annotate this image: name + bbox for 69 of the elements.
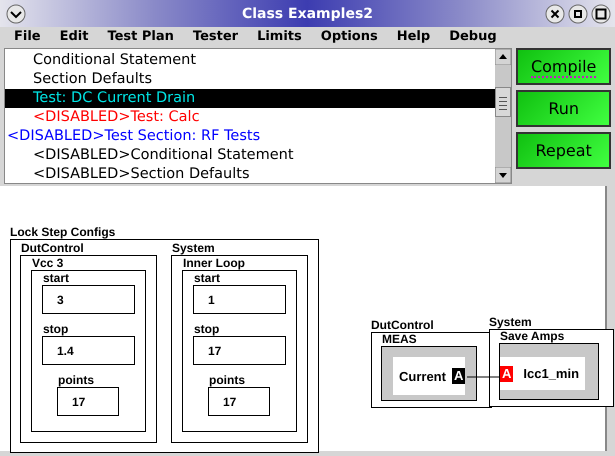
- action-button[interactable]: Run: [516, 90, 611, 127]
- scroll-up-icon[interactable]: [495, 49, 512, 65]
- block-box[interactable]: Current A: [381, 346, 478, 401]
- scrollbar[interactable]: [495, 49, 512, 183]
- menu-item[interactable]: Tester: [186, 29, 252, 44]
- block-value: Current: [398, 368, 447, 384]
- group-title: Lock Step Configs: [10, 226, 116, 239]
- menu-item[interactable]: Debug: [443, 29, 510, 44]
- group-title: DutControl: [371, 319, 435, 332]
- close-icon[interactable]: [545, 4, 565, 24]
- menu-item[interactable]: Edit: [54, 29, 102, 44]
- list-row[interactable]: Test: DC Current Drain: [5, 89, 496, 108]
- param-value[interactable]: 3: [42, 285, 135, 314]
- scroll-down-icon[interactable]: [495, 167, 512, 183]
- window-title: Class Examples2: [242, 6, 374, 22]
- action-button[interactable]: Compile: [516, 48, 611, 85]
- connector-line: [467, 375, 499, 379]
- group-box[interactable]: Vcc 3 start 3 stop 1.4 points 17: [20, 255, 157, 443]
- menu-item[interactable]: File: [8, 29, 54, 44]
- loop-title: Vcc 3: [32, 257, 64, 270]
- row-text: <DISABLED>Test: Calc: [33, 109, 200, 125]
- menu-item[interactable]: Test Plan: [101, 29, 187, 44]
- group-title: System: [172, 242, 216, 255]
- block-value: Icc1_min: [522, 366, 580, 381]
- window-menu-icon[interactable]: [6, 4, 26, 24]
- list-row[interactable]: <DISABLED>Conditional Statement: [5, 146, 496, 165]
- block-title: MEAS: [382, 333, 418, 346]
- param-label: points: [209, 374, 246, 387]
- list-row[interactable]: <DISABLED>Test: Calc: [5, 108, 496, 127]
- list-row[interactable]: Section Defaults: [5, 70, 496, 89]
- group-box[interactable]: Inner Loop start 1 stop 17 points 17: [171, 255, 308, 443]
- param-label: stop: [43, 323, 70, 336]
- row-text: <DISABLED>Conditional Statement: [33, 147, 294, 163]
- output-port[interactable]: A: [452, 368, 466, 384]
- maximize-icon[interactable]: [591, 4, 611, 24]
- group-title: System: [489, 316, 533, 329]
- list-row[interactable]: Conditional Statement: [5, 51, 496, 70]
- param-label: stop: [194, 323, 220, 336]
- menu-item[interactable]: Limits: [251, 29, 315, 44]
- row-text: <DISABLED>Section Defaults: [33, 166, 250, 182]
- row-text: Conditional Statement: [33, 52, 196, 68]
- param-label: points: [58, 374, 95, 387]
- param-value[interactable]: 1.4: [42, 336, 135, 365]
- row-text: Section Defaults: [33, 71, 152, 87]
- row-text: <DISABLED>Test Section: RF Tests: [7, 128, 260, 144]
- group-box[interactable]: MEAS Current A: [371, 332, 492, 408]
- param-label: start: [43, 272, 70, 285]
- menu-item[interactable]: Help: [390, 29, 444, 44]
- menu-item[interactable]: Options: [314, 29, 391, 44]
- input-port[interactable]: A: [500, 366, 514, 382]
- loop-box[interactable]: start 3 stop 1.4 points 17: [31, 270, 146, 432]
- minimize-icon[interactable]: [568, 4, 588, 24]
- loop-title: Inner Loop: [183, 257, 246, 270]
- block-box[interactable]: A Icc1_min: [499, 343, 600, 400]
- list-row[interactable]: <DISABLED>Test Section: RF Tests: [5, 127, 496, 146]
- row-text: Test: DC Current Drain: [33, 90, 196, 106]
- scroll-thumb[interactable]: [495, 87, 512, 117]
- list-row[interactable]: <DISABLED>Section Defaults: [5, 165, 496, 183]
- group-box[interactable]: Save Amps A Icc1_min: [489, 329, 614, 407]
- loop-box[interactable]: start 1 stop 17 points 17: [182, 270, 297, 432]
- group-title: DutControl: [21, 242, 85, 255]
- action-button[interactable]: Repeat: [516, 132, 611, 169]
- lock-step-box[interactable]: DutControl Vcc 3 start 3 stop 1.4 points 17 System Inner Loop start 1 stop 17 points 17: [10, 239, 319, 453]
- param-value[interactable]: 1: [193, 285, 286, 314]
- block-title: Save Amps: [500, 330, 566, 343]
- param-value[interactable]: 17: [57, 387, 119, 416]
- param-label: start: [194, 272, 222, 285]
- param-value[interactable]: 17: [193, 336, 286, 365]
- param-value[interactable]: 17: [208, 387, 270, 416]
